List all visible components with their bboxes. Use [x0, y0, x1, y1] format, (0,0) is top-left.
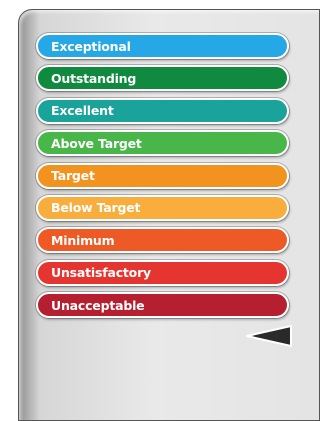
rating-option-above-target[interactable]: Above Target — [36, 130, 289, 157]
rating-option-label: Below Target — [51, 200, 141, 216]
rating-option-excellent[interactable]: Excellent — [36, 97, 289, 124]
rating-option-minimum[interactable]: Minimum — [36, 227, 289, 254]
rating-option-label: Outstanding — [51, 70, 137, 86]
rating-option-unacceptable[interactable]: Unacceptable — [36, 292, 289, 319]
rating-option-label: Above Target — [51, 135, 142, 151]
rating-option-exceptional[interactable]: Exceptional — [36, 33, 289, 59]
rating-option-outstanding[interactable]: Outstanding — [36, 65, 289, 92]
selection-pointer-icon — [246, 325, 292, 347]
rating-option-label: Exceptional — [51, 38, 131, 54]
rating-option-below-target[interactable]: Below Target — [36, 194, 289, 221]
rating-option-label: Minimum — [51, 232, 115, 248]
rating-option-label: Target — [51, 168, 95, 184]
rating-option-target[interactable]: Target — [36, 162, 289, 189]
rating-option-label: Unsatisfactory — [51, 265, 151, 281]
rating-option-label: Excellent — [51, 103, 114, 119]
rating-option-label: Unacceptable — [51, 297, 145, 313]
rating-scale-list: Exceptional Outstanding Excellent Above … — [36, 33, 289, 325]
rating-option-unsatisfactory[interactable]: Unsatisfactory — [36, 259, 289, 286]
